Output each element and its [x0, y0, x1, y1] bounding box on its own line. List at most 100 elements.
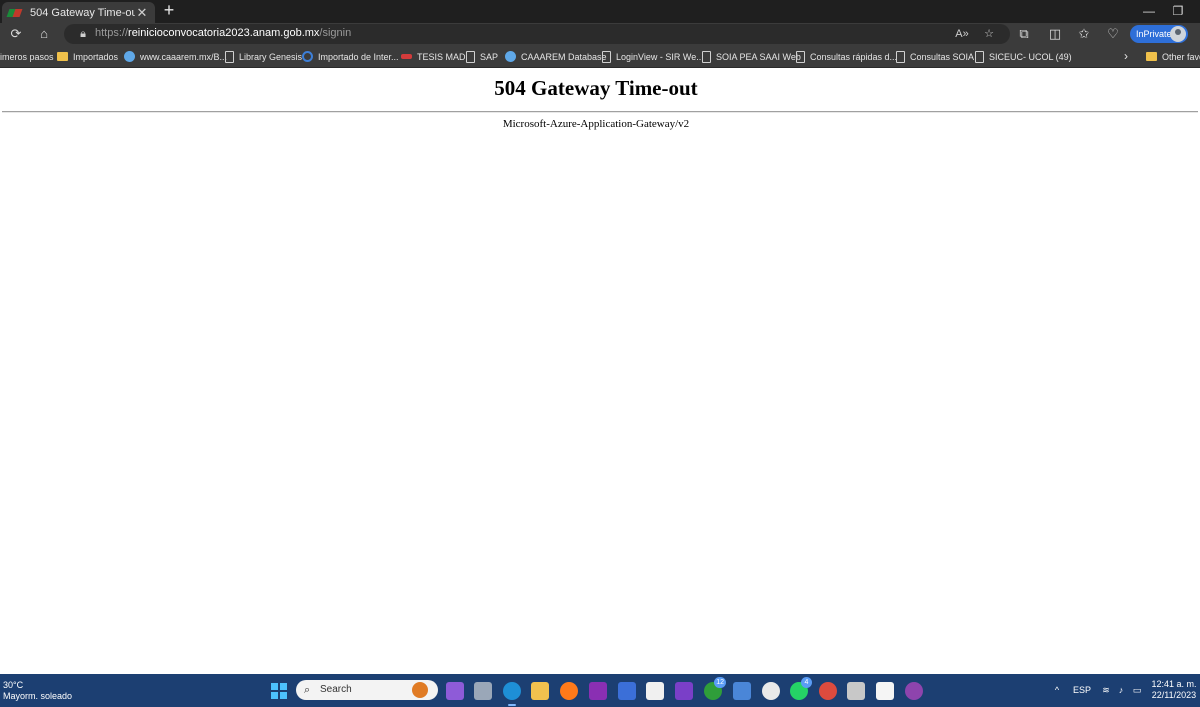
- minimize-button[interactable]: —: [1141, 3, 1157, 19]
- page-icon: [602, 50, 611, 63]
- bookmarks-bar: imeros pasos Importados www.caaarem.mx/B…: [0, 45, 1200, 68]
- inprivate-button[interactable]: InPrivate: [1130, 25, 1188, 43]
- bookmark-label: Consultas rápidas d...: [810, 51, 898, 62]
- task-view-icon[interactable]: [474, 682, 492, 700]
- globe-icon: [505, 51, 516, 62]
- chat-app-icon[interactable]: [446, 682, 464, 700]
- bookmark-label: LoginView - SIR We...: [616, 51, 704, 62]
- notion-icon[interactable]: [646, 682, 664, 700]
- app-launcher-icon[interactable]: [905, 682, 923, 700]
- file-explorer-icon[interactable]: [531, 682, 549, 700]
- bookmark-item[interactable]: SAP: [466, 49, 498, 64]
- firefox-icon[interactable]: [560, 682, 578, 700]
- notepad-icon[interactable]: [733, 682, 751, 700]
- weather-desc: Mayorm. soleado: [3, 691, 73, 701]
- bookmark-item[interactable]: imeros pasos: [0, 49, 54, 64]
- wifi-icon[interactable]: ≋: [1100, 684, 1112, 696]
- chrome-icon[interactable]: [819, 682, 837, 700]
- lock-icon[interactable]: 🔒︎: [75, 26, 91, 42]
- inprivate-label: InPrivate: [1136, 29, 1172, 39]
- proton-icon[interactable]: [675, 682, 693, 700]
- page-title: 504 Gateway Time-out: [494, 76, 698, 100]
- favorites-icon[interactable]: ✩: [1075, 25, 1093, 43]
- extensions-icon[interactable]: ⧉: [1015, 25, 1033, 43]
- new-tab-button[interactable]: +: [160, 1, 178, 20]
- slack-icon[interactable]: [762, 682, 780, 700]
- url-path: /signin: [319, 27, 352, 39]
- bookmark-item[interactable]: TESIS MAD: [401, 49, 466, 64]
- chevron-right-icon[interactable]: ›: [1124, 49, 1128, 63]
- browser-essentials-icon[interactable]: ♡: [1104, 25, 1122, 43]
- server-signature: Microsoft-Azure-Application-Gateway/v2: [502, 118, 690, 130]
- whatsapp-badge: 4: [801, 677, 812, 688]
- page-icon: [896, 50, 905, 63]
- bookmark-label: Consultas SOIA: [910, 51, 975, 62]
- bookmark-item[interactable]: Consultas SOIA: [896, 49, 974, 64]
- split-screen-icon[interactable]: ◫: [1046, 25, 1064, 43]
- language-indicator[interactable]: ESP: [1073, 684, 1091, 696]
- bookmark-label: Library Genesis: [239, 51, 303, 62]
- volume-icon[interactable]: ♪: [1115, 684, 1127, 696]
- read-aloud-icon[interactable]: A»: [954, 26, 970, 42]
- clock-date: 22/11/2023: [1151, 690, 1197, 700]
- search-icon: ⌕: [304, 684, 311, 696]
- url-host: reinicioconvocatoria2023.anam.gob.mx: [128, 27, 320, 39]
- bookmark-label: SICEUC- UCOL (49): [989, 51, 1072, 62]
- bookmark-item[interactable]: Consultas rápidas d...: [796, 49, 897, 64]
- bookmark-item[interactable]: CAAAREM Database: [505, 49, 607, 64]
- snipping-tool-icon[interactable]: [847, 682, 865, 700]
- xbox-icon[interactable]: 12: [704, 677, 726, 700]
- weather-widget[interactable]: 30°C Mayorm. soleado: [3, 680, 72, 702]
- page-icon: [466, 50, 475, 63]
- bookmark-label: Importado de Inter...: [318, 51, 399, 62]
- start-button[interactable]: [271, 683, 287, 699]
- bookmark-item[interactable]: SICEUC- UCOL (49): [975, 49, 1072, 64]
- avatar: [1170, 26, 1186, 42]
- bookmark-item[interactable]: Library Genesis: [225, 49, 302, 64]
- search-highlight-icon: [412, 682, 428, 698]
- internet-explorer-icon: [302, 51, 313, 62]
- taskbar-search[interactable]: ⌕ Search: [296, 680, 438, 700]
- bookmark-item[interactable]: SOIA PEA SAAI Web: [702, 49, 801, 64]
- bookmark-item[interactable]: Importados: [57, 49, 118, 64]
- refresh-icon[interactable]: ⟳: [7, 25, 25, 43]
- url-protocol: https://: [95, 27, 129, 39]
- bookmark-item[interactable]: Importado de Inter...: [302, 49, 399, 64]
- bookmark-label: SOIA PEA SAAI Web: [716, 51, 801, 62]
- bookmark-label: TESIS MAD: [417, 51, 466, 62]
- system-clock[interactable]: 12:41 a. m. 22/11/2023: [1150, 679, 1198, 701]
- globe-icon: [124, 51, 135, 62]
- folder-icon: [57, 52, 68, 61]
- address-bar[interactable]: 🔒︎ https://reinicioconvocatoria2023.anam…: [64, 24, 1010, 44]
- bookmark-label: imeros pasos: [0, 51, 54, 62]
- page-icon: [796, 50, 805, 63]
- browser-toolbar: ⟳ ⌂ 🔒︎ https://reinicioconvocatoria2023.…: [0, 23, 1200, 45]
- tab-close-icon[interactable]: ✕: [135, 6, 149, 19]
- favorite-star-icon[interactable]: ☆: [981, 26, 997, 42]
- page-icon: [975, 50, 984, 63]
- onenote-icon[interactable]: [589, 682, 607, 700]
- bookmark-item[interactable]: www.caaarem.mx/B...: [124, 49, 227, 64]
- windows-logo-icon: [271, 683, 278, 690]
- tab-active[interactable]: 504 Gateway Time-out ✕: [2, 2, 155, 23]
- bookmark-folder-other-favorites[interactable]: Other favo: [1146, 49, 1200, 64]
- xbox-badge: 12: [714, 677, 726, 688]
- remote-desktop-icon[interactable]: [618, 682, 636, 700]
- arrow-icon: [401, 54, 412, 59]
- anam-favicon-icon: [8, 8, 22, 18]
- bookmark-item[interactable]: LoginView - SIR We...: [602, 49, 704, 64]
- bookmark-label: SAP: [480, 51, 499, 62]
- whatsapp-icon[interactable]: 4: [790, 677, 812, 700]
- keepass-icon[interactable]: [876, 682, 894, 700]
- bookmark-label: Importados: [73, 51, 119, 62]
- search-placeholder: Search: [320, 684, 352, 695]
- edge-browser-icon[interactable]: [503, 682, 521, 706]
- home-icon[interactable]: ⌂: [35, 25, 53, 43]
- chevron-up-icon[interactable]: ^: [1051, 684, 1063, 696]
- page-icon: [702, 50, 711, 63]
- url-text[interactable]: https://reinicioconvocatoria2023.anam.go…: [95, 27, 351, 39]
- restore-button[interactable]: ❐: [1170, 3, 1186, 19]
- bookmark-label: Other favo: [1162, 51, 1200, 62]
- battery-icon[interactable]: ▭: [1131, 684, 1143, 696]
- weather-temp: 30°C: [3, 680, 24, 690]
